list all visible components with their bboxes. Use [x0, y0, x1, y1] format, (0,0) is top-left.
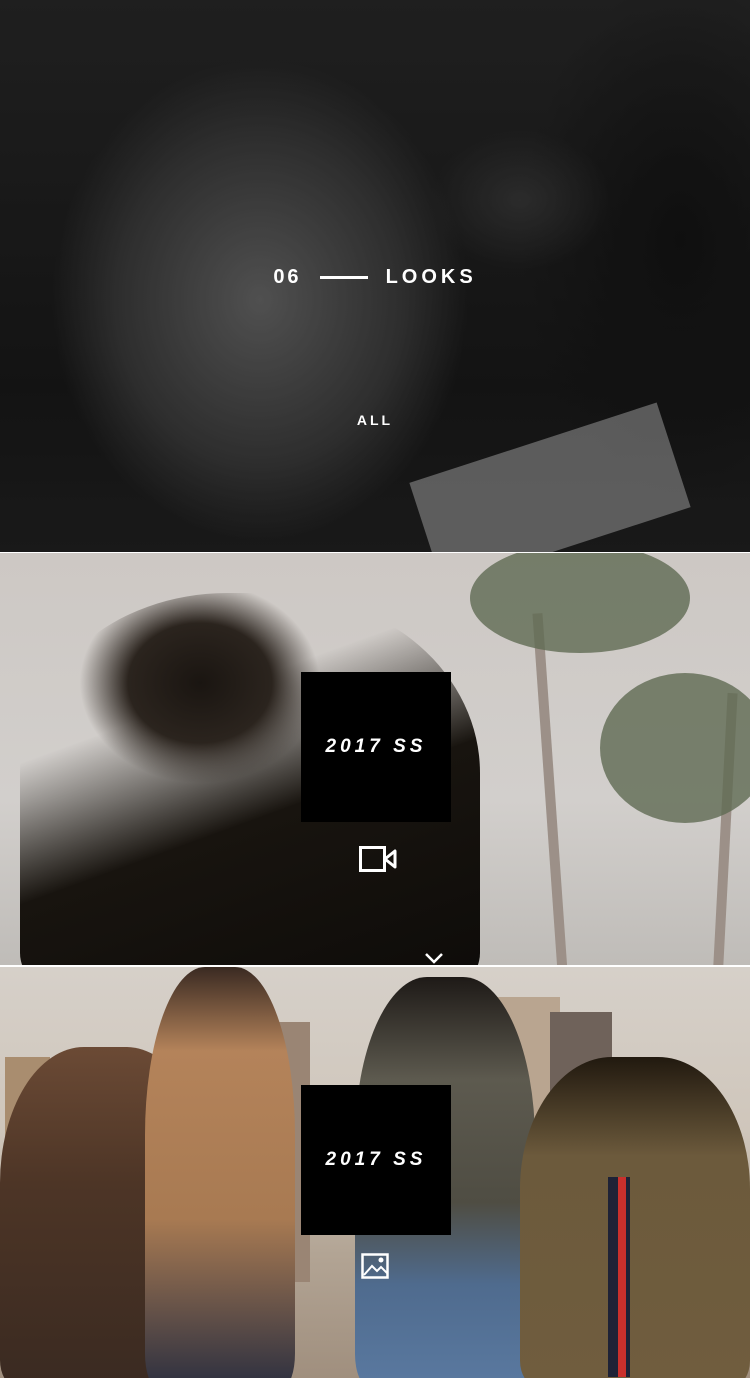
- palm-fronds: [470, 553, 690, 653]
- looks-heading: 06 LOOKS: [0, 266, 750, 289]
- palm-fronds: [600, 673, 750, 823]
- heading-divider: [319, 276, 368, 280]
- image-icon[interactable]: [361, 1253, 389, 1279]
- collection-card-image[interactable]: 2017 SS: [0, 967, 750, 1378]
- collection-label-text: 2017 SS: [325, 736, 427, 757]
- collection-label[interactable]: 2017 SS: [301, 1085, 451, 1235]
- looks-count: 06: [273, 266, 302, 289]
- filter-all-link[interactable]: ALL: [0, 412, 750, 428]
- model-figure: [520, 1057, 750, 1378]
- collection-label[interactable]: 2017 SS: [301, 672, 451, 822]
- collection-label-text: 2017 SS: [325, 1149, 427, 1170]
- video-camera-icon[interactable]: [359, 846, 397, 872]
- model-figure: [145, 967, 295, 1378]
- palm-trunk: [532, 613, 568, 965]
- hero-section: 06 LOOKS ALL: [0, 0, 750, 552]
- collection-card-video[interactable]: 2017 SS: [0, 553, 750, 965]
- chevron-down-icon[interactable]: [425, 953, 443, 964]
- jacket-stripe: [618, 1177, 626, 1377]
- looks-title: LOOKS: [385, 266, 477, 289]
